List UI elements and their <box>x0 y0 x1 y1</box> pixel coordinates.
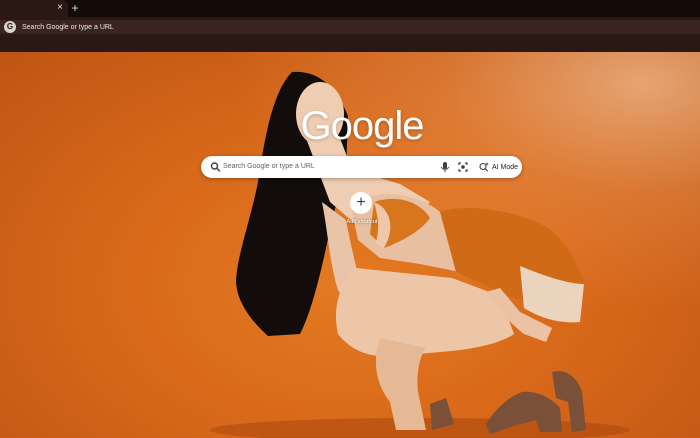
add-shortcut-label: Add shortcut <box>346 219 378 225</box>
new-tab-page: Google Search Google or type a URL AI Mo… <box>0 52 700 438</box>
camera-search-icon[interactable] <box>456 160 470 174</box>
ai-mode-icon <box>479 162 489 172</box>
new-tab-button[interactable]: + <box>69 1 81 15</box>
search-icon <box>210 162 221 172</box>
toolbar: G Search Google or type a URL <box>0 17 700 52</box>
address-bar[interactable]: G Search Google or type a URL <box>0 20 700 34</box>
google-logo: Google <box>300 104 425 148</box>
tab-close-icon[interactable]: × <box>54 1 66 15</box>
active-tab[interactable]: × <box>0 0 68 17</box>
microphone-icon[interactable] <box>439 160 451 174</box>
search-placeholder: Search Google or type a URL <box>223 163 315 170</box>
ai-mode-label: AI Mode <box>492 163 519 171</box>
browser-window: × + G Search Google or type a URL Google… <box>0 0 700 438</box>
add-shortcut-button[interactable]: + Add shortcut <box>336 189 388 229</box>
ai-mode-button[interactable]: AI Mode <box>477 159 519 175</box>
add-shortcut-icon: + <box>350 192 372 214</box>
address-bar-placeholder: Search Google or type a URL <box>22 23 114 31</box>
search-box[interactable]: Search Google or type a URL AI Mode <box>201 156 522 178</box>
google-icon: G <box>4 21 16 33</box>
tab-strip: × + <box>0 0 700 17</box>
